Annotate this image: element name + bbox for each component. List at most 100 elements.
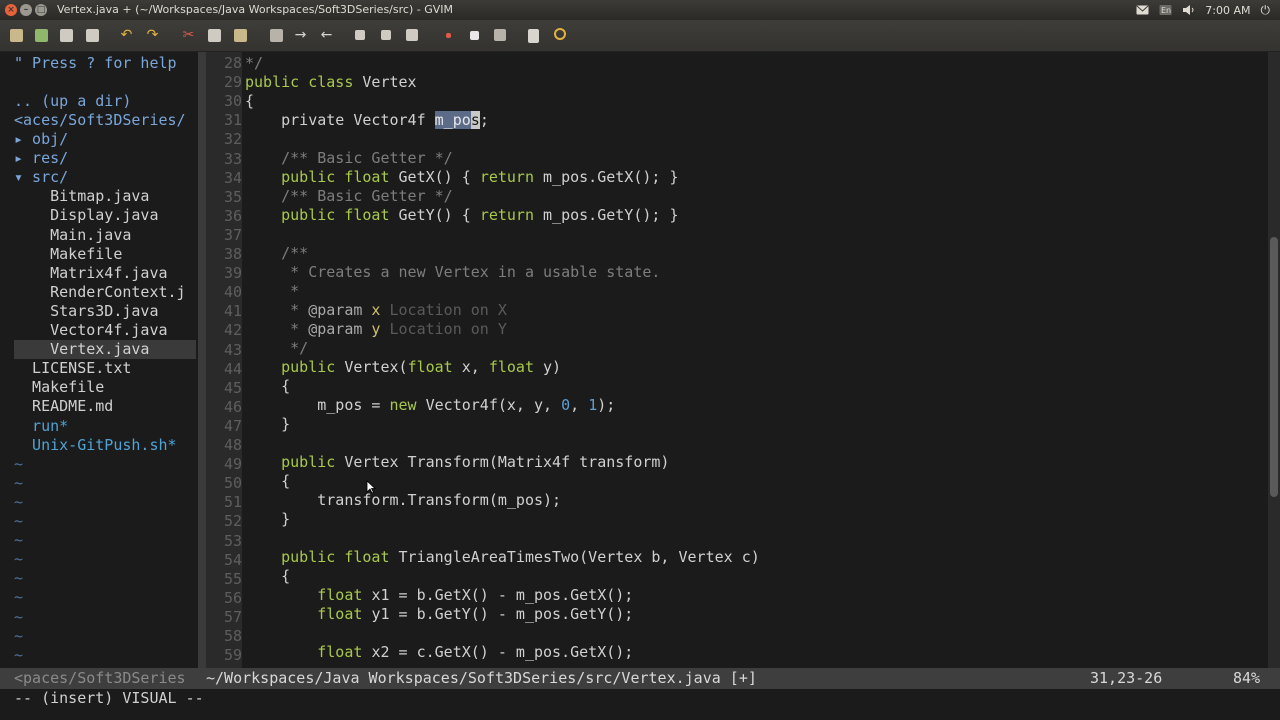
tree-file-item[interactable]: run* [14, 417, 68, 436]
empty-line-marker: ~ [14, 531, 24, 550]
tree-dir-item[interactable]: ▾ src/ [14, 168, 68, 187]
line-number: 43 [223, 340, 242, 359]
tree-file-item[interactable]: RenderContext.j [14, 283, 185, 302]
code-text: , [570, 396, 589, 414]
code-text: x2 = c.GetX() - m_pos.GetX(); [371, 643, 634, 661]
power-icon[interactable]: ⏻ [1261, 3, 1271, 18]
tree-file-item[interactable]: Bitmap.java [14, 187, 149, 206]
keyword: public [245, 453, 345, 471]
code-line-44: public Vertex(float x, float y) [245, 358, 561, 377]
tree-file-item[interactable]: Main.java [14, 226, 131, 245]
status-line: <paces/Soft3DSeries ~/Workspaces/Java Wo… [0, 668, 1280, 689]
tree-cwd[interactable]: <aces/Soft3DSeries/ [14, 111, 186, 130]
save-all-icon[interactable] [58, 27, 75, 44]
open-icon[interactable] [8, 27, 25, 44]
comment: Location on Y [380, 320, 507, 338]
keyword: public class [245, 73, 363, 91]
cut-icon[interactable]: ✂ [180, 27, 197, 44]
scrollbar-thumb[interactable] [1270, 237, 1278, 497]
comment: Location on X [380, 301, 507, 319]
code-line-41: * @param x Location on X [245, 301, 507, 320]
window-titlebar: × – □ Vertex.java + (~/Workspaces/Java W… [0, 0, 1280, 20]
window-close-button[interactable]: × [5, 4, 17, 16]
load-session-icon[interactable] [352, 27, 369, 44]
line-number: 30 [223, 92, 242, 111]
ctags-icon[interactable] [492, 27, 509, 44]
empty-line-marker: ~ [14, 645, 24, 664]
line-number: 36 [223, 206, 242, 225]
find-help-icon[interactable] [551, 27, 568, 44]
tree-file-item[interactable]: LICENSE.txt [14, 359, 131, 378]
mouse-pointer-icon [366, 480, 377, 498]
tree-file-item[interactable]: Vector4f.java [14, 321, 167, 340]
class-name: Vertex [362, 73, 417, 91]
keyboard-layout-icon[interactable]: En [1159, 4, 1172, 16]
redo-icon[interactable]: ↷ [144, 27, 161, 44]
tree-dir-item[interactable]: ▸ obj/ [14, 130, 68, 149]
tree-file-item[interactable]: Unix-GitPush.sh* [14, 436, 177, 455]
volume-icon[interactable] [1182, 4, 1195, 16]
empty-line-marker: ~ [14, 512, 24, 530]
code-line-55: { [245, 567, 291, 585]
scroll-percent: 84% [1233, 669, 1261, 687]
tree-file-item[interactable]: Stars3D.java [14, 302, 158, 321]
system-tray: En 7:00 AM ⏻ [1136, 2, 1270, 18]
vertical-split-divider[interactable] [198, 52, 206, 668]
doc-param: y [362, 320, 381, 338]
tree-file-item[interactable]: Matrix4f.java [14, 264, 167, 283]
replace-icon[interactable] [268, 27, 285, 44]
code-line-34: public float GetX() { return m_pos.GetX(… [245, 168, 678, 187]
code-text: x, [452, 358, 489, 376]
tree-file-item[interactable]: Makefile [14, 245, 122, 264]
empty-line-marker: ~ [14, 588, 24, 607]
code-text: GetX() { [398, 168, 480, 186]
code-editor[interactable]: 28 29 30 31 32 33 34 35 36 37 38 39 40 41 42 43 44 45 46 47… [206, 52, 1268, 668]
file-tree-pane[interactable]: " Press ? for help .. (up a dir) <aces/S… [0, 52, 198, 668]
clock[interactable]: 7:00 AM [1205, 4, 1250, 17]
code-line-50: { [245, 472, 291, 490]
shell-icon[interactable] [466, 27, 483, 44]
code-text: x1 = b.GetX() - m_pos.GetX(); [371, 586, 634, 604]
make-icon[interactable] [440, 27, 457, 44]
code-line-56: float x1 = b.GetX() - m_pos.GetX(); [245, 586, 633, 605]
code-line-35: /** Basic Getter */ [245, 187, 453, 205]
tree-file-item[interactable]: README.md [14, 397, 113, 416]
print-icon[interactable] [84, 27, 101, 44]
help-icon[interactable] [526, 27, 543, 44]
file-path: ~/Workspaces/Java Workspaces/Soft3DSerie… [206, 669, 757, 687]
code-text: Vertex( [344, 358, 408, 376]
find-prev-icon[interactable]: ← [318, 27, 335, 44]
code-text: m_pos = [245, 396, 390, 414]
copy-icon[interactable] [206, 27, 223, 44]
empty-line-marker: ~ [14, 550, 24, 569]
line-number: 38 [223, 245, 242, 263]
run-script-icon[interactable] [404, 27, 421, 44]
window-minimize-button[interactable]: – [20, 4, 32, 16]
code-text: ); [597, 396, 616, 414]
tree-file-item[interactable]: Display.java [14, 206, 158, 225]
code-text: ; [479, 111, 489, 129]
command-line[interactable]: -- (insert) VISUAL -- [0, 689, 1280, 720]
window-maximize-button[interactable]: □ [35, 4, 47, 16]
line-number: 44 [223, 359, 242, 378]
code-line-29: public class Vertex [245, 73, 417, 92]
keyword: new [389, 396, 417, 414]
undo-icon[interactable]: ↶ [118, 27, 135, 44]
cursor-position: 31,23-26 [1090, 669, 1163, 687]
save-session-icon[interactable] [378, 27, 395, 44]
tree-status-path: <paces/Soft3DSeries [14, 669, 186, 687]
keyword: public float [245, 548, 399, 566]
mail-icon[interactable] [1136, 4, 1149, 16]
tree-up-dir[interactable]: .. (up a dir) [14, 92, 131, 111]
vertical-scrollbar[interactable] [1268, 52, 1280, 668]
code-line-59: float x2 = c.GetX() - m_pos.GetX(); [245, 643, 633, 662]
line-number: 54 [223, 550, 242, 569]
tree-file-item[interactable]: Vertex.java [14, 340, 196, 360]
save-icon[interactable] [33, 27, 50, 44]
find-next-icon[interactable]: → [292, 27, 309, 44]
paste-icon[interactable] [232, 27, 249, 44]
line-number: 41 [223, 302, 242, 321]
line-number: 56 [223, 588, 242, 607]
tree-dir-item[interactable]: ▸ res/ [14, 149, 68, 168]
tree-file-item[interactable]: Makefile [14, 378, 104, 397]
